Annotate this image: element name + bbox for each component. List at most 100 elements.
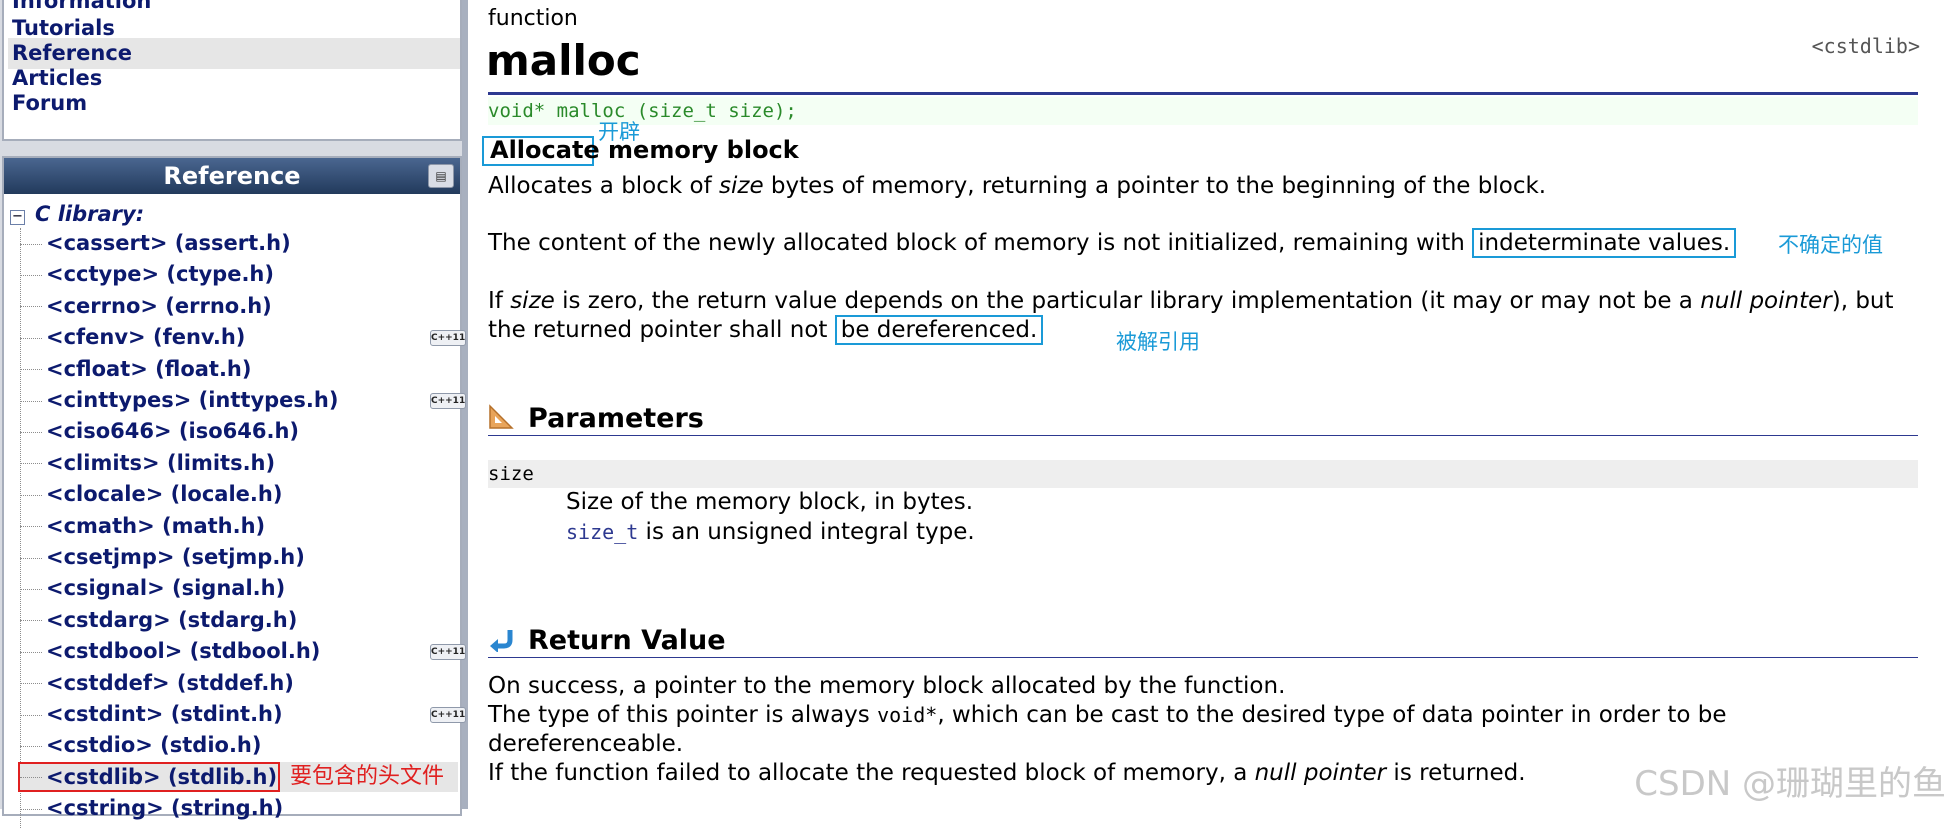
summary-word-allocate: Allocate xyxy=(490,136,600,164)
parameters-heading: Parameters xyxy=(488,402,704,436)
sidebar: Information Tutorials Reference Articles… xyxy=(0,0,468,828)
tree-connector xyxy=(20,400,42,402)
summary-rest: memory block xyxy=(599,136,799,164)
library-label: <cstdint> (stdint.h) xyxy=(46,702,283,726)
tree-connector xyxy=(20,683,42,685)
library-item[interactable]: <csignal> (signal.h) xyxy=(20,573,458,603)
tree-connector xyxy=(20,714,42,716)
library-item[interactable]: <csetjmp> (setjmp.h) xyxy=(20,542,458,572)
library-label: <cfenv> (fenv.h) xyxy=(46,325,246,350)
nav-item-forum[interactable]: Forum xyxy=(8,88,460,119)
site-nav: Information Tutorials Reference Articles… xyxy=(2,0,462,141)
tree-connector xyxy=(20,588,42,590)
reference-panel-title: Reference xyxy=(163,162,301,190)
library-label: <csetjmp> (setjmp.h) xyxy=(46,545,305,569)
page-title: malloc xyxy=(486,36,641,85)
tree-connector xyxy=(20,557,42,559)
return-paragraph-2: The type of this pointer is always void*… xyxy=(488,701,1908,759)
library-label: <cinttypes> (inttypes.h) xyxy=(46,388,339,412)
tree-connector xyxy=(20,494,42,496)
header-file-link[interactable]: <cstdlib> xyxy=(1812,34,1920,58)
c-library-node[interactable]: − C library: xyxy=(10,200,144,228)
library-item[interactable]: <clocale> (locale.h) xyxy=(20,479,458,509)
library-item[interactable]: <cctype> (ctype.h) xyxy=(20,259,458,289)
return-value-heading-text: Return Value xyxy=(528,625,726,656)
library-label: <clocale> (locale.h) xyxy=(46,482,283,507)
library-item[interactable]: <cassert> (assert.h) xyxy=(20,228,458,258)
tree-connector xyxy=(20,431,42,433)
stdlib-annotation: 要包含的头文件 xyxy=(290,764,445,789)
param-type-description: size_t is an unsigned integral type. xyxy=(566,518,975,547)
text: Allocates a block of xyxy=(488,173,720,199)
entity-kind: function xyxy=(488,6,578,31)
return-value-divider xyxy=(488,657,1918,658)
library-label: <csignal> (signal.h) xyxy=(46,576,286,601)
stdlib-highlight-box xyxy=(18,762,280,792)
void-pointer-code: void* xyxy=(877,703,938,727)
tree-connector xyxy=(20,651,42,653)
library-item[interactable]: <cstdarg> (stdarg.h) xyxy=(20,605,458,635)
text: The content of the newly allocated block… xyxy=(488,230,1473,256)
text: is zero, the return value depends on the… xyxy=(554,288,1701,314)
return-paragraph-3: If the function failed to allocate the r… xyxy=(488,759,1526,788)
tree-connector xyxy=(20,745,42,747)
dereferenced-annotation: 被解引用 xyxy=(1116,330,1200,354)
library-label: <cstddef> (stddef.h) xyxy=(46,670,294,695)
library-label: <cassert> (assert.h) xyxy=(46,231,291,255)
library-item[interactable]: <cstdio> (stdio.h) xyxy=(20,730,458,760)
library-item[interactable]: <cstdbool> (stdbool.h) C++11 xyxy=(20,636,466,666)
tree-connector xyxy=(20,243,42,245)
cpp11-badge: C++11 xyxy=(430,330,466,347)
text: The type of this pointer is always xyxy=(488,702,878,728)
collapse-panel-icon[interactable]: ▤ xyxy=(428,164,454,188)
library-item[interactable]: <ciso646> (iso646.h) xyxy=(20,416,458,446)
library-label: <cstdbool> (stdbool.h) xyxy=(46,639,321,664)
reference-panel-header: Reference ▤ xyxy=(4,158,460,194)
library-item[interactable]: <climits> (limits.h) xyxy=(20,448,458,478)
library-label: <cstring> (string.h) xyxy=(46,796,284,821)
return-value-heading: Return Value xyxy=(488,624,726,658)
null-pointer-term: null pointer xyxy=(1700,288,1832,314)
indeterminate-values-highlight: indeterminate values. xyxy=(1472,228,1737,258)
return-paragraph-1: On success, a pointer to the memory bloc… xyxy=(488,673,1286,699)
library-item[interactable]: <cfenv> (fenv.h) C++11 xyxy=(20,322,466,352)
c-library-label: C library: xyxy=(35,202,145,226)
tree-connector xyxy=(20,274,42,276)
collapse-toggle-icon[interactable]: − xyxy=(10,210,25,225)
size-t-link[interactable]: size_t xyxy=(566,520,638,544)
ruler-triangle-icon xyxy=(489,404,514,429)
library-item[interactable]: <cstdint> (stdint.h) C++11 xyxy=(20,699,466,729)
dereferenced-highlight: be dereferenced. xyxy=(834,315,1044,345)
library-item[interactable]: <cmath> (math.h) xyxy=(20,511,458,541)
library-item[interactable]: <cinttypes> (inttypes.h) C++11 xyxy=(20,385,466,415)
tree-connector xyxy=(20,463,42,465)
tree-connector xyxy=(20,306,42,308)
text: is returned. xyxy=(1386,760,1526,786)
text: is an unsigned integral type. xyxy=(638,519,975,545)
library-label: <cstdarg> (stdarg.h) xyxy=(46,607,298,632)
library-label: <cfloat> (float.h) xyxy=(46,356,252,381)
library-label: <cerrno> (errno.h) xyxy=(46,293,272,318)
library-item[interactable]: <cerrno> (errno.h) xyxy=(20,291,458,321)
tree-connector xyxy=(20,337,42,339)
text: bytes of memory, returning a pointer to … xyxy=(763,173,1547,199)
library-label: <ciso646> (iso646.h) xyxy=(46,419,299,444)
param-description: Size of the memory block, in bytes. xyxy=(566,489,974,515)
watermark: CSDN @珊瑚里的鱼 xyxy=(1634,764,1946,804)
library-item[interactable]: <cstring> (string.h) xyxy=(20,793,458,823)
function-prototype: void* malloc (size_t size); xyxy=(488,97,1918,125)
tree-connector xyxy=(20,526,42,528)
function-summary: Allocate memory block xyxy=(490,136,799,164)
return-arrow-icon xyxy=(490,630,513,652)
cpp11-badge: C++11 xyxy=(430,707,466,723)
null-pointer-term: null pointer xyxy=(1254,760,1387,786)
library-label: <cmath> (math.h) xyxy=(46,513,266,538)
param-ref: size xyxy=(510,288,555,314)
library-label: <climits> (limits.h) xyxy=(46,450,276,475)
text: If the function failed to allocate the r… xyxy=(488,760,1255,786)
cpp11-badge: C++11 xyxy=(430,393,466,409)
description-paragraph-2: The content of the newly allocated block… xyxy=(488,228,1737,258)
library-item[interactable]: <cstddef> (stddef.h) xyxy=(20,668,458,698)
library-item[interactable]: <cfloat> (float.h) xyxy=(20,354,458,384)
param-name-row: size xyxy=(488,460,1918,488)
